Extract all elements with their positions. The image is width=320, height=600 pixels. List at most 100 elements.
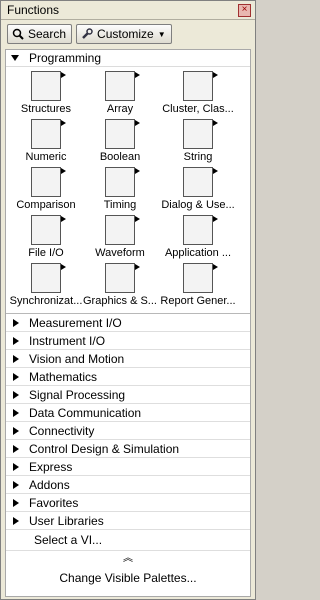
palette-item[interactable]: Graphics & S...: [82, 263, 158, 311]
palette-item[interactable]: Application ...: [158, 215, 238, 263]
palette-item-label: Graphics & S...: [83, 295, 157, 307]
functions-palette-window: Functions × Search Customize ▼ Programmi…: [0, 0, 256, 600]
palette-item[interactable]: Synchronizat...: [10, 263, 82, 311]
change-visible-palettes-button[interactable]: Change Visible Palettes...: [6, 571, 250, 585]
expand-triangle-icon: [13, 354, 19, 363]
select-vi-item[interactable]: Select a VI...: [6, 530, 250, 551]
palette-item-label: Structures: [20, 103, 72, 115]
category-label: Express: [29, 459, 73, 474]
category-item[interactable]: Favorites: [6, 494, 250, 512]
category-item[interactable]: Mathematics: [6, 368, 250, 386]
expand-triangle-icon: [13, 372, 19, 381]
palette-item-label: Report Gener...: [160, 295, 236, 307]
select-vi-label: Select a VI...: [34, 533, 103, 547]
programming-grid: Structures Array Cluster, Clas... Numeric Bo…: [6, 67, 250, 311]
expand-triangle-icon: [13, 426, 19, 435]
palette-item[interactable]: Boolean: [82, 119, 158, 167]
category-label: Data Communication: [29, 405, 142, 420]
synchronization-icon: [31, 263, 66, 293]
palette-item-label: Cluster, Clas...: [162, 103, 234, 115]
dropdown-arrow-icon: ▼: [157, 29, 166, 39]
category-label: Favorites: [29, 495, 79, 510]
palette-item[interactable]: Comparison: [10, 167, 82, 215]
report-icon: [183, 263, 218, 293]
expand-triangle-icon: [13, 408, 19, 417]
window-title: Functions: [7, 3, 60, 17]
palette-panel: Programming Structures Array Cluster, Clas…: [5, 49, 251, 597]
palette-item-label: Dialog & Use...: [161, 199, 235, 211]
category-item[interactable]: Connectivity: [6, 422, 250, 440]
close-icon[interactable]: ×: [238, 3, 251, 17]
expand-triangle-icon: [13, 498, 19, 507]
search-button[interactable]: Search: [7, 24, 73, 44]
search-label: Search: [28, 27, 67, 41]
palette-item[interactable]: Cluster, Clas...: [158, 71, 238, 119]
palette-item-label: Array: [106, 103, 134, 115]
category-programming[interactable]: Programming: [6, 50, 250, 67]
graphics-icon: [105, 263, 140, 293]
palette-item[interactable]: Structures: [10, 71, 82, 119]
numeric-icon: [31, 119, 66, 149]
category-item[interactable]: Vision and Motion: [6, 350, 250, 368]
palette-item[interactable]: File I/O: [10, 215, 82, 263]
category-label: Instrument I/O: [29, 333, 106, 348]
toolbar: Search Customize ▼: [1, 20, 255, 46]
search-icon: [12, 28, 24, 40]
category-item[interactable]: Instrument I/O: [6, 332, 250, 350]
expand-triangle-icon: [13, 336, 19, 345]
waveform-icon: [105, 215, 140, 245]
palette-item[interactable]: Array: [82, 71, 158, 119]
category-item[interactable]: Signal Processing: [6, 386, 250, 404]
application-icon: [183, 215, 218, 245]
palette-item-label: Numeric: [25, 151, 67, 163]
expand-triangle-icon: [11, 55, 19, 61]
expand-triangle-icon: [13, 462, 19, 471]
category-item[interactable]: User Libraries: [6, 512, 250, 530]
category-item[interactable]: Express: [6, 458, 250, 476]
palette-item-label: File I/O: [28, 247, 64, 259]
category-item[interactable]: Measurement I/O: [6, 314, 250, 332]
palette-item[interactable]: String: [158, 119, 238, 167]
palette-item-label: Application ...: [164, 247, 232, 259]
boolean-icon: [105, 119, 140, 149]
timing-icon: [105, 167, 140, 197]
palette-item-label: Timing: [103, 199, 137, 211]
category-label: Connectivity: [29, 423, 95, 438]
dialog-icon: [183, 167, 218, 197]
array-icon: [105, 71, 140, 101]
wrench-icon: [81, 28, 93, 40]
customize-label: Customize: [97, 27, 154, 41]
category-label: Control Design & Simulation: [29, 441, 180, 456]
palette-item[interactable]: Timing: [82, 167, 158, 215]
customize-button[interactable]: Customize ▼: [76, 24, 172, 44]
palette-item[interactable]: Dialog & Use...: [158, 167, 238, 215]
category-label: User Libraries: [29, 513, 104, 528]
palette-item-label: String: [183, 151, 213, 163]
collapse-chevron-icon[interactable]: ︽: [6, 551, 250, 565]
palette-item-label: Synchronizat...: [9, 295, 83, 307]
title-bar[interactable]: Functions ×: [1, 1, 255, 20]
palette-item-label: Comparison: [16, 199, 76, 211]
comparison-icon: [31, 167, 66, 197]
structures-icon: [31, 71, 66, 101]
palette-item-label: Boolean: [99, 151, 141, 163]
expand-triangle-icon: [13, 390, 19, 399]
palette-item[interactable]: Numeric: [10, 119, 82, 167]
category-item[interactable]: Data Communication: [6, 404, 250, 422]
file-io-icon: [31, 215, 66, 245]
change-palettes-label: Change Visible Palettes...: [59, 571, 197, 585]
category-label: Programming: [29, 51, 102, 65]
palette-item[interactable]: Report Gener...: [158, 263, 238, 311]
expand-triangle-icon: [13, 444, 19, 453]
palette-item[interactable]: Waveform: [82, 215, 158, 263]
category-item[interactable]: Control Design & Simulation: [6, 440, 250, 458]
expand-triangle-icon: [13, 516, 19, 525]
expand-triangle-icon: [13, 318, 19, 327]
category-label: Mathematics: [29, 369, 98, 384]
category-label: Signal Processing: [29, 387, 126, 402]
expand-triangle-icon: [13, 480, 19, 489]
category-item[interactable]: Addons: [6, 476, 250, 494]
string-icon: [183, 119, 218, 149]
category-label: Measurement I/O: [29, 315, 122, 330]
palette-item-label: Waveform: [95, 247, 145, 259]
